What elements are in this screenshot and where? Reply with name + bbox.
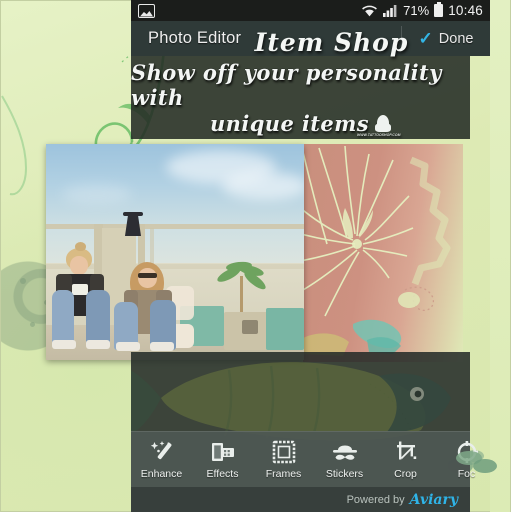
promo-line-2-row: unique items WWW.TATTOOSHOP.COM: [209, 110, 400, 137]
wallpaper-right-strip: [490, 0, 511, 512]
tool-frames[interactable]: Frames: [253, 432, 314, 487]
photo-person-jeans: [52, 290, 74, 346]
editor-footer: Powered by Aviary: [131, 487, 470, 512]
photo-person-face: [70, 256, 88, 275]
photo-person-bun: [75, 242, 86, 251]
wifi-icon: [362, 5, 378, 16]
magic-wand-icon: [149, 440, 175, 465]
tool-label: Enhance: [140, 467, 183, 480]
done-button-label: Done: [438, 30, 474, 47]
photo-person-jeans: [86, 290, 110, 346]
photo-canvas[interactable]: [46, 144, 304, 360]
photo-lamp-top: [123, 212, 143, 216]
lily-illustration: [303, 145, 451, 356]
cellular-signal-icon: [383, 5, 397, 17]
powered-by-label: Powered by: [346, 493, 405, 506]
photo-palm-trunk: [240, 276, 243, 314]
floral-art-panel: [303, 144, 463, 362]
android-status-bar: 71% 10:46: [131, 0, 490, 21]
editor-titlebar: Photo Editor ✓ Done: [131, 21, 490, 56]
tool-label: Effects: [206, 467, 239, 480]
picture-frame-icon: [272, 440, 296, 465]
photo-wall-rail: [46, 224, 304, 229]
done-button[interactable]: ✓ Done: [402, 21, 490, 56]
promo-line-1: Show off your personality with: [131, 59, 442, 110]
photo-person-shoe: [52, 340, 76, 349]
tool-effects[interactable]: Effects: [192, 432, 253, 487]
aviary-brand-label: Aviary: [409, 491, 458, 508]
photo-person-shoe: [150, 342, 174, 351]
hat-mustache-icon: [330, 440, 360, 465]
photo-cloud: [222, 172, 304, 200]
photo-person-face: [138, 268, 157, 288]
status-bar-notifications: [138, 3, 155, 18]
tool-label: Crop: [394, 467, 417, 480]
battery-percent-label: 71%: [403, 3, 430, 18]
tool-crop[interactable]: Crop: [375, 432, 436, 487]
tool-stickers[interactable]: Stickers: [314, 432, 375, 487]
crop-icon: [394, 440, 418, 465]
photo-cloud: [62, 184, 132, 204]
film-roll-icon: [210, 440, 236, 465]
page-title: Photo Editor: [148, 29, 242, 47]
battery-icon: [434, 2, 444, 17]
photo-person-shoe: [116, 342, 140, 351]
photo-planter-hole: [242, 320, 258, 334]
tattoo-logo-icon: WWW.TATTOOSHOP.COM: [357, 114, 400, 137]
tool-label: Frames: [265, 467, 302, 480]
status-bar-clock: 10:46: [448, 3, 483, 18]
photo-person-cup: [72, 284, 88, 295]
tattoo-logo-url: WWW.TATTOOSHOP.COM: [357, 132, 401, 137]
tool-enhance[interactable]: Enhance: [131, 432, 192, 487]
photo-person-shoe: [86, 340, 110, 349]
leaf-overlay-decoration: [456, 451, 497, 473]
promo-banner: Show off your personality with unique it…: [131, 56, 470, 139]
promo-line-2: unique items: [209, 110, 370, 136]
photo-planter: [266, 308, 304, 350]
status-bar-system-icons: 71% 10:46: [361, 2, 483, 18]
editor-toolbar: Enhance Effects Frames Stickers Crop Foc: [131, 431, 478, 487]
tool-label: Stickers: [325, 467, 364, 480]
photo-person-sunglasses: [138, 273, 157, 278]
photo-gallery-icon: [138, 3, 155, 18]
checkmark-icon: ✓: [418, 29, 433, 48]
